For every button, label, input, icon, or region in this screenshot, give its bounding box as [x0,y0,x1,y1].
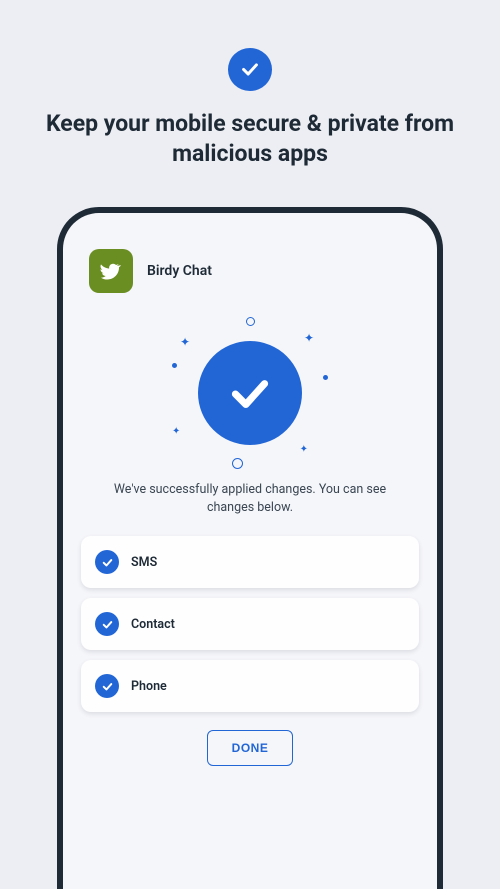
phone-mockup: Birdy Chat ✦ ✦ ✦ ✦ We've successfully ap… [57,207,443,889]
permission-item[interactable]: SMS [81,536,419,588]
permission-label: SMS [131,555,157,570]
app-name: Birdy Chat [147,263,212,279]
check-icon [95,550,119,574]
permission-item[interactable]: Phone [81,660,419,712]
check-icon [95,612,119,636]
app-icon [89,249,133,293]
permission-label: Contact [131,617,175,632]
success-check-icon [198,341,302,445]
permissions-list: SMS Contact Phone [81,536,419,712]
success-message: We've successfully applied changes. You … [81,481,419,519]
check-icon [95,674,119,698]
check-badge-icon [228,48,272,91]
bird-icon [99,259,123,283]
headline: Keep your mobile secure & private from m… [0,109,500,169]
done-button[interactable]: DONE [207,730,294,766]
permission-item[interactable]: Contact [81,598,419,650]
app-header: Birdy Chat [81,249,419,293]
permission-label: Phone [131,679,167,694]
success-graphic: ✦ ✦ ✦ ✦ We've successfully applied chang… [81,313,419,519]
